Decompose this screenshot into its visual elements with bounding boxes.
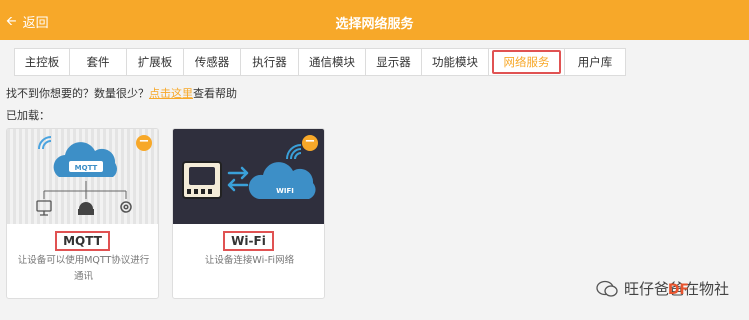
category-tabs: 主控板 套件 扩展板 传感器 执行器 通信模块 显示器 功能模块 网络服务 用户… bbox=[14, 48, 626, 76]
watermark: 旺仔爸爸在物社 bbox=[596, 278, 729, 299]
tab-main-board[interactable]: 主控板 bbox=[15, 49, 70, 75]
loaded-label: 已加载： bbox=[6, 109, 50, 122]
card-description: 让设备连接Wi-Fi网络 bbox=[204, 255, 295, 266]
card-title: MQTT bbox=[7, 231, 158, 251]
tab-function-modules[interactable]: 功能模块 bbox=[422, 49, 489, 75]
card-title: Wi-Fi bbox=[173, 231, 324, 251]
signal-icon bbox=[38, 136, 52, 150]
tab-user-library[interactable]: 用户库 bbox=[565, 49, 625, 75]
extension-card-wifi[interactable]: WIFI − Wi-Fi 让设备连接Wi-Fi网络 bbox=[172, 128, 325, 299]
cloud-badge-text: WIFI bbox=[276, 187, 294, 195]
remove-mqtt-button[interactable]: − bbox=[136, 135, 152, 151]
page-title: 选择网络服务 bbox=[335, 17, 414, 32]
connection-lines bbox=[43, 181, 127, 199]
cloud-icon: MQTT bbox=[53, 142, 117, 177]
wifi-module-icon bbox=[182, 161, 222, 199]
annotation-highlight bbox=[492, 50, 561, 74]
remove-wifi-button[interactable]: − bbox=[302, 135, 318, 151]
wifi-signal-icon bbox=[286, 144, 302, 160]
tab-kits[interactable]: 套件 bbox=[70, 49, 127, 75]
monitor-icon bbox=[36, 200, 52, 216]
wechat-icon bbox=[596, 280, 618, 298]
tab-network-services[interactable]: 网络服务 bbox=[489, 49, 565, 75]
cloud-icon: WIFI bbox=[248, 162, 316, 199]
tab-display[interactable]: 显示器 bbox=[366, 49, 422, 75]
tab-communication[interactable]: 通信模块 bbox=[299, 49, 366, 75]
router-icon bbox=[78, 202, 94, 215]
help-hint: 找不到你想要的？数量很少？点击这里查看帮助 bbox=[6, 87, 237, 100]
tab-expansion-board[interactable]: 扩展板 bbox=[127, 49, 184, 75]
card-description: 让设备可以使用MQTT协议进行通讯 bbox=[17, 255, 150, 282]
exchange-arrows-icon bbox=[227, 166, 249, 192]
tab-sensors[interactable]: 传感器 bbox=[184, 49, 241, 75]
extension-card-mqtt[interactable]: MQTT − MQTT 让设备可以使用MQTT协议进行通讯 bbox=[6, 128, 159, 299]
tab-actuators[interactable]: 执行器 bbox=[241, 49, 299, 75]
top-bar: 🡨 返回 选择网络服务 bbox=[0, 0, 749, 40]
cloud-badge-text: MQTT bbox=[75, 164, 98, 172]
help-link[interactable]: 点击这里 bbox=[149, 87, 193, 100]
df-logo: DF bbox=[667, 282, 689, 298]
gear-icon bbox=[120, 201, 132, 213]
